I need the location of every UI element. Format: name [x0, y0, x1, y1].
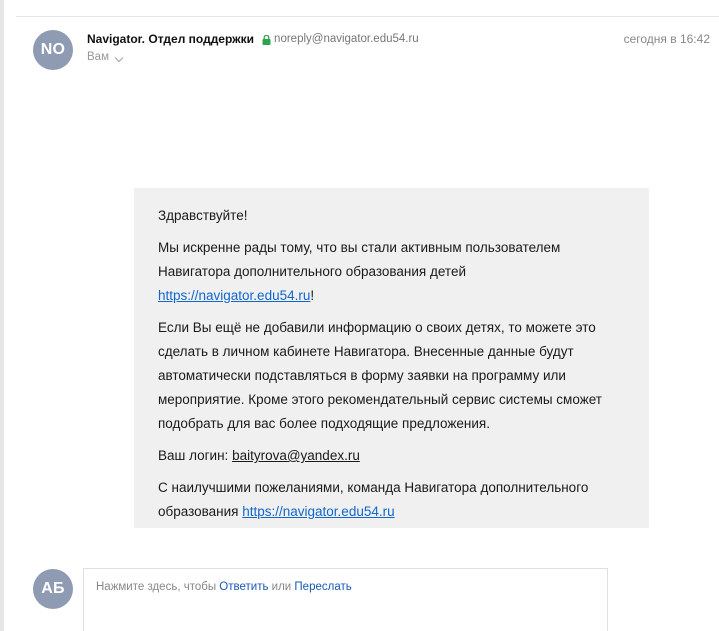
letter-paragraph-welcome: Мы искренне рады тому, что вы стали акти… [158, 236, 625, 308]
sender-avatar[interactable]: NO [33, 30, 73, 70]
reply-or-text: или [268, 581, 295, 593]
recipient-toggle[interactable]: Вам [87, 51, 124, 63]
letter-paragraph-children: Если Вы ещё не добавили информацию о сво… [158, 320, 602, 431]
chevron-down-icon[interactable] [114, 54, 124, 62]
reply-prompt-text: Нажмите здесь, чтобы [96, 581, 220, 593]
lock-icon [262, 34, 271, 45]
recipient-label: Вам [87, 51, 109, 63]
left-rail [0, 0, 4, 631]
sender-email[interactable]: noreply@navigator.edu54.ru [274, 33, 419, 45]
reply-link[interactable]: Ответить [219, 581, 268, 593]
top-divider [16, 16, 719, 17]
user-avatar[interactable]: АБ [33, 569, 73, 609]
message-timestamp: сегодня в 16:42 [623, 32, 710, 46]
letter-signature: С наилучшими пожеланиями, команда Навига… [158, 476, 625, 524]
letter-body: Здравствуйте! Мы искренне рады тому, что… [134, 188, 649, 528]
letter-login: Ваш логин: baityrova@yandex.ru [158, 444, 625, 468]
sender-line: Navigator. Отдел поддержки noreply@navig… [87, 32, 419, 46]
letter-greeting: Здравствуйте! [158, 208, 248, 223]
login-label: Ваш логин: [158, 448, 233, 463]
sender-name[interactable]: Navigator. Отдел поддержки [87, 32, 254, 46]
forward-link[interactable]: Переслать [294, 581, 351, 593]
welcome-suffix: ! [310, 288, 315, 303]
welcome-text: Мы искренне рады тому, что вы стали акти… [158, 240, 561, 279]
navigator-link[interactable]: https://navigator.edu54.ru [158, 288, 310, 303]
login-value[interactable]: baityrova@yandex.ru [232, 448, 360, 463]
quick-reply-box[interactable]: Нажмите здесь, чтобы Ответить или Пересл… [83, 568, 608, 631]
signature-navigator-link[interactable]: https://navigator.edu54.ru [242, 504, 394, 519]
